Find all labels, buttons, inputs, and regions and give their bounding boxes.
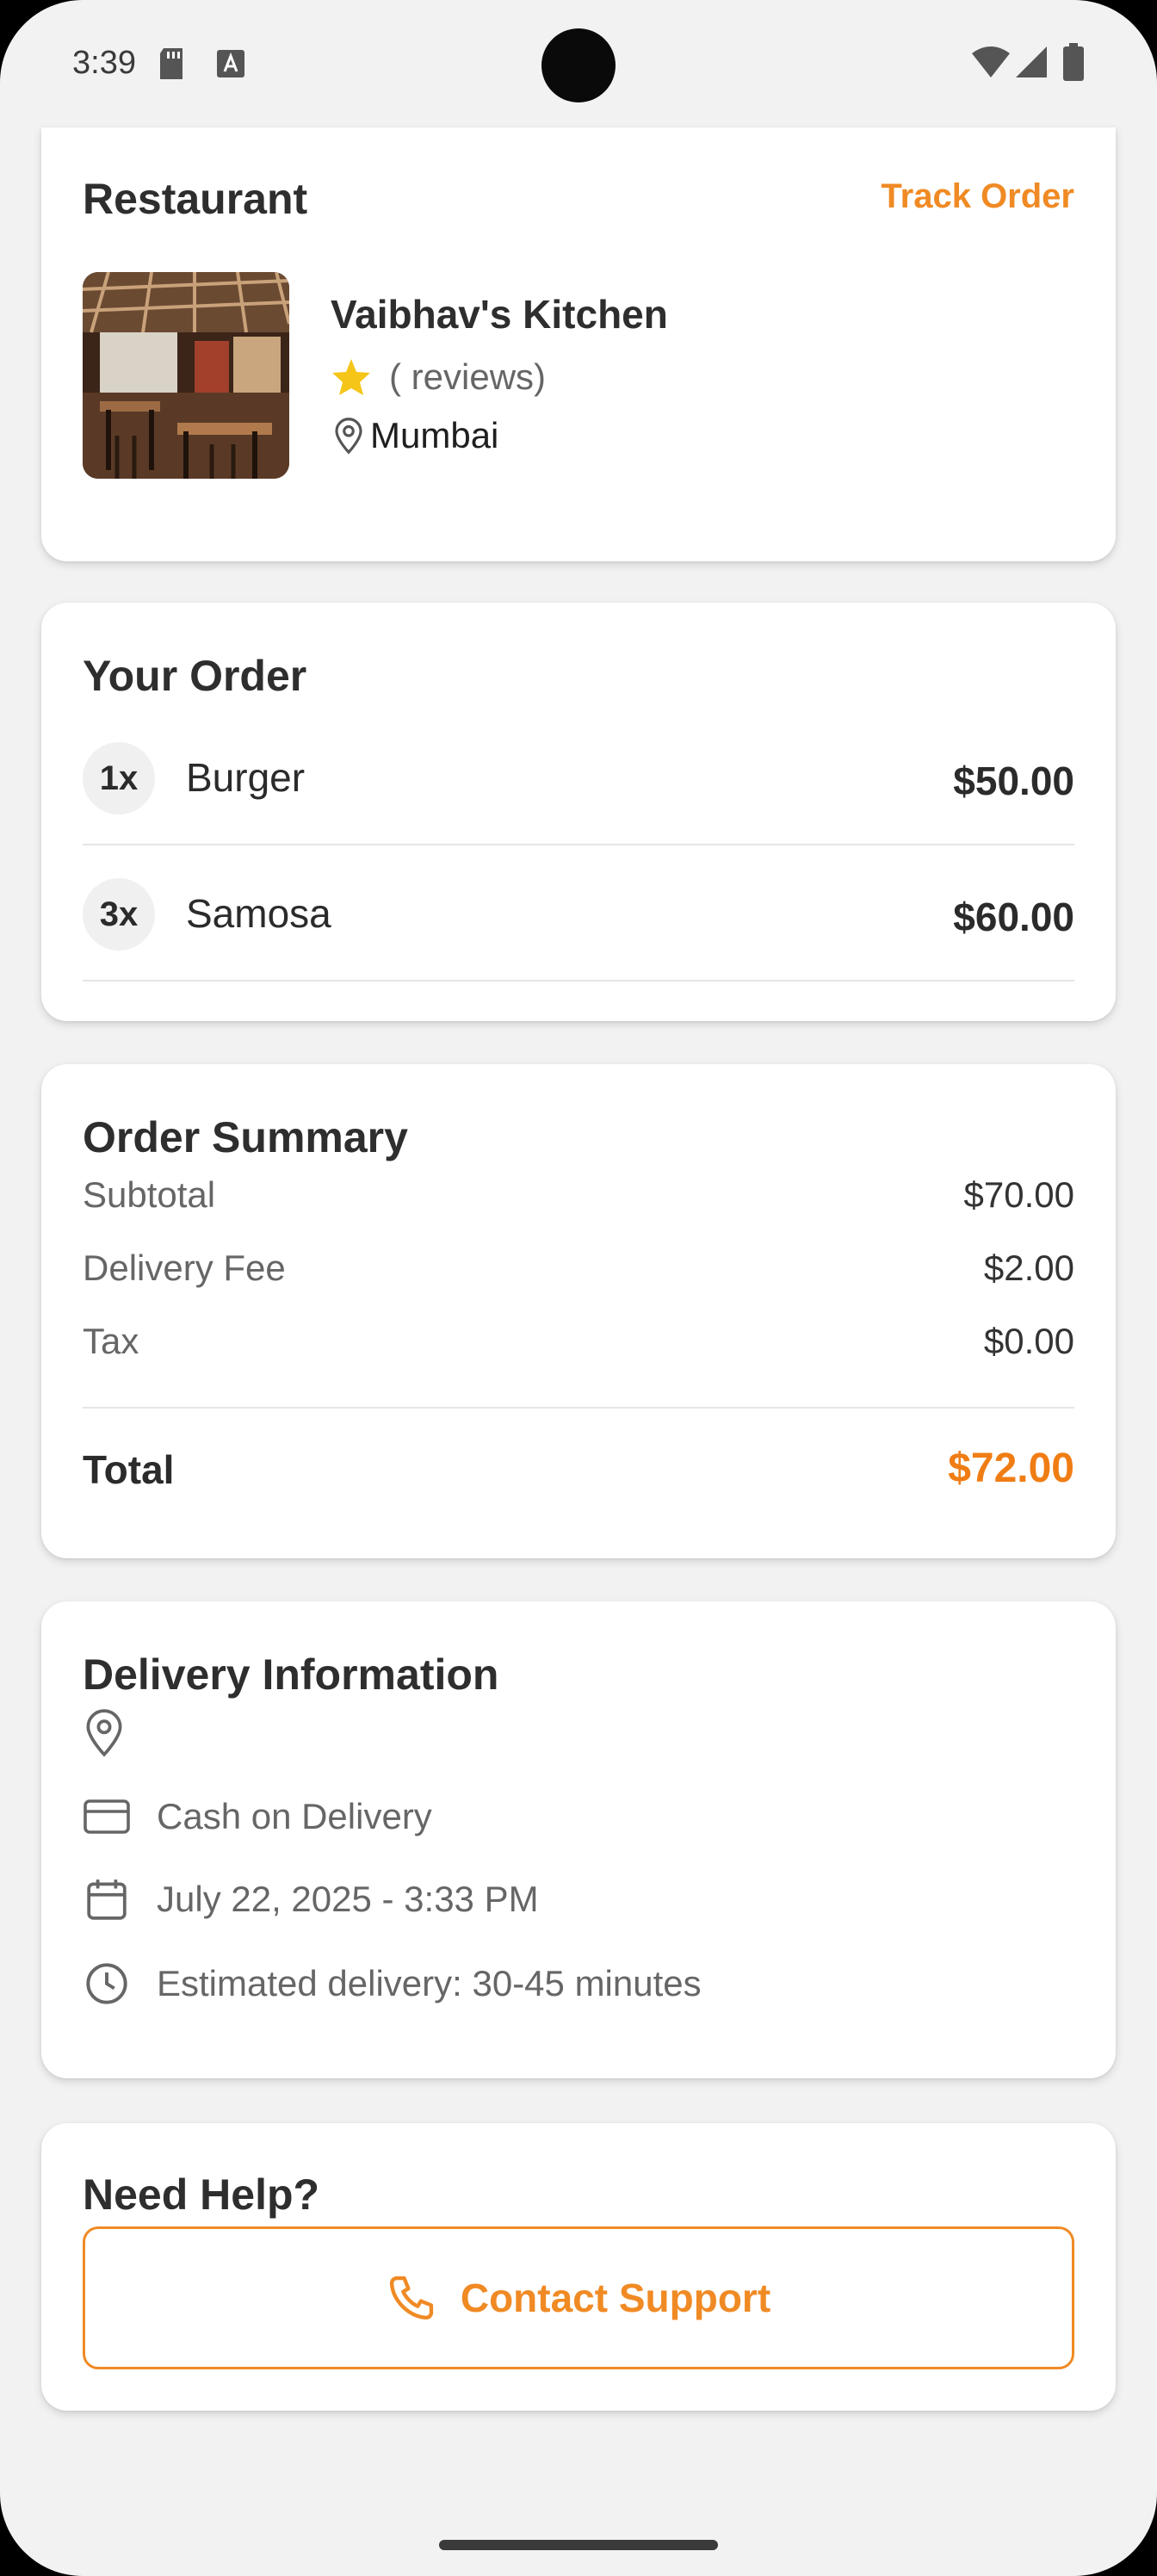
order-datetime: July 22, 2025 - 3:33 PM	[157, 1879, 539, 1919]
battery-icon	[1063, 43, 1084, 81]
calendar-icon	[83, 1875, 131, 1923]
reviews-count: ( reviews)	[389, 356, 547, 397]
summary-card: Order Summary Subtotal $70.00 Delivery F…	[41, 1064, 1116, 1558]
app-screen: 3:39 Restaurant Track Order Vaibhav's Ki…	[0, 0, 1157, 2576]
keyboard-a-icon	[217, 50, 244, 77]
payment-method: Cash on Delivery	[157, 1796, 432, 1836]
star-icon	[332, 359, 370, 395]
order-item-row: 3x Samosa $60.00	[83, 845, 1074, 981]
wifi-icon	[972, 46, 1010, 77]
restaurant-rating: ( reviews)	[331, 356, 546, 398]
delivery-fee-row: Delivery Fee $2.00	[83, 1248, 1074, 1289]
location-text: Mumbai	[370, 415, 499, 455]
subtotal-value: $70.00	[963, 1174, 1074, 1215]
tax-label: Tax	[83, 1321, 139, 1361]
order-card: Your Order 1x Burger $50.00 3x Samosa $6…	[41, 603, 1116, 1021]
restaurant-name: Vaibhav's Kitchen	[331, 292, 668, 337]
sd-card-icon	[160, 48, 183, 79]
help-card: Need Help? Contact Support	[41, 2123, 1116, 2411]
quantity-badge: 1x	[83, 742, 155, 814]
front-camera	[541, 28, 616, 102]
total-label: Total	[83, 1447, 175, 1492]
quantity-badge: 3x	[83, 878, 155, 951]
help-section-title: Need Help?	[83, 2170, 320, 2219]
contact-support-label: Contact Support	[460, 2276, 771, 2320]
signal-icon	[1016, 46, 1047, 77]
clock-icon	[83, 1960, 131, 2008]
tax-row: Tax $0.00	[83, 1321, 1074, 1362]
summary-divider	[83, 1407, 1074, 1409]
item-price: $50.00	[953, 759, 1074, 803]
status-bar: 3:39	[0, 0, 1157, 129]
delivery-section-title: Delivery Information	[83, 1650, 499, 1699]
estimate-row: Estimated delivery: 30-45 minutes	[83, 1960, 702, 2008]
restaurant-image	[83, 272, 289, 479]
summary-section-title: Order Summary	[83, 1113, 408, 1161]
delivery-fee-value: $2.00	[983, 1248, 1074, 1288]
delivery-card: Delivery Information Cash on Delivery Ju…	[41, 1601, 1116, 2078]
credit-card-icon	[83, 1793, 131, 1841]
tax-value: $0.00	[983, 1321, 1074, 1361]
location-pin-icon	[335, 418, 362, 455]
total-value: $72.00	[948, 1446, 1074, 1491]
contact-support-button[interactable]: Contact Support	[83, 2226, 1074, 2369]
status-time: 3:39	[72, 45, 136, 81]
order-item-row: 1x Burger $50.00	[83, 709, 1074, 845]
phone-icon	[389, 2276, 433, 2320]
delivery-estimate: Estimated delivery: 30-45 minutes	[157, 1963, 702, 2003]
address-pin-icon	[86, 1709, 122, 1757]
order-section-title: Your Order	[83, 652, 307, 700]
home-indicator[interactable]	[439, 2540, 718, 2550]
item-name: Samosa	[186, 891, 331, 936]
order-date-row: July 22, 2025 - 3:33 PM	[83, 1875, 539, 1923]
item-name: Burger	[186, 755, 306, 800]
subtotal-row: Subtotal $70.00	[83, 1174, 1074, 1216]
restaurant-card: Restaurant Track Order Vaibhav's Kitchen	[41, 127, 1116, 561]
restaurant-section-title: Restaurant	[83, 175, 308, 223]
restaurant-location: Mumbai	[331, 415, 498, 456]
delivery-fee-label: Delivery Fee	[83, 1248, 286, 1288]
subtotal-label: Subtotal	[83, 1174, 216, 1215]
track-order-link[interactable]: Track Order	[881, 177, 1074, 216]
item-price: $60.00	[953, 895, 1074, 939]
payment-row: Cash on Delivery	[83, 1793, 432, 1841]
